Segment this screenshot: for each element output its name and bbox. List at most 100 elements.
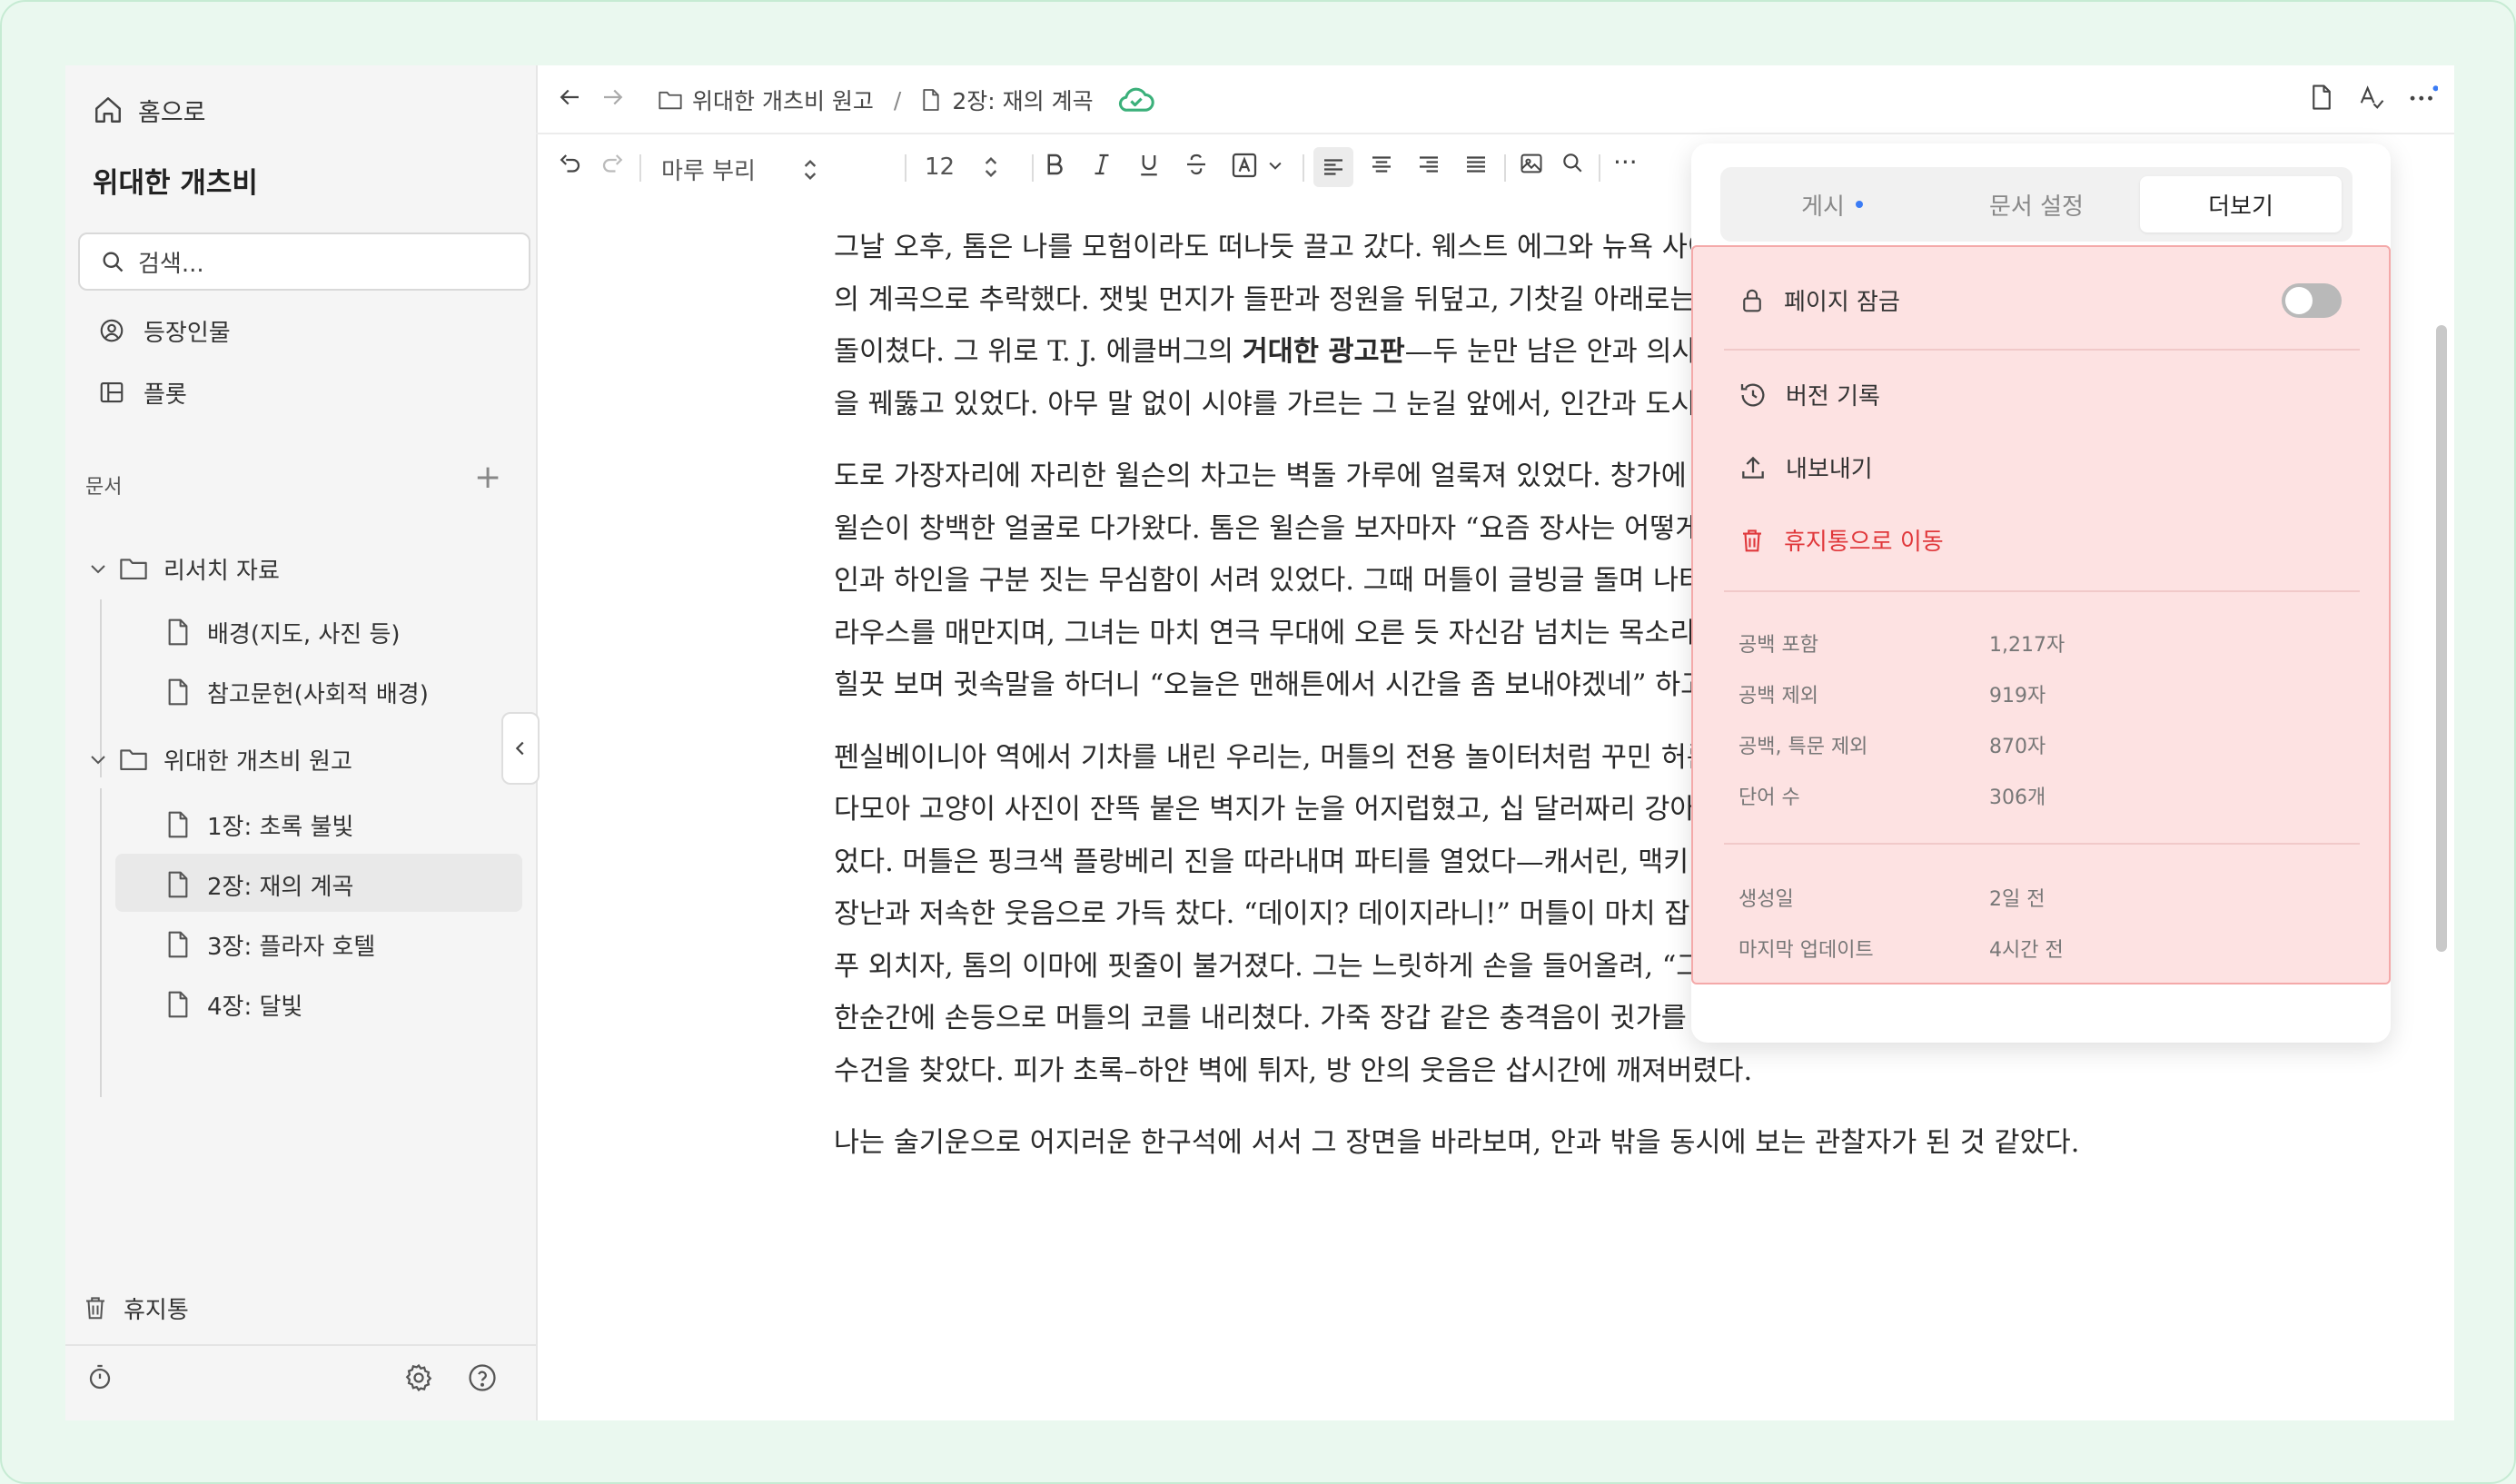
folder-manuscript[interactable]: 위대한 개츠비 원고 bbox=[87, 739, 352, 779]
font-size-select[interactable]: 12 bbox=[925, 153, 1000, 182]
stat-label: 공백 포함 bbox=[1738, 634, 1818, 657]
tab-publish[interactable]: 게시 bbox=[1731, 176, 1933, 232]
help-icon bbox=[469, 1364, 496, 1391]
doc-item[interactable]: 3장: 플라자 호텔 bbox=[165, 925, 375, 965]
bold-button[interactable] bbox=[1041, 151, 1068, 178]
text-color-button[interactable] bbox=[1230, 151, 1284, 180]
export-label: 내보내기 bbox=[1786, 456, 1873, 483]
underline-button[interactable] bbox=[1135, 151, 1163, 178]
bold-icon bbox=[1047, 153, 1063, 175]
collapse-sidebar-button[interactable] bbox=[501, 712, 540, 785]
divider bbox=[1724, 349, 2360, 351]
move-to-trash-item[interactable]: 휴지통으로 이동 bbox=[1738, 523, 1944, 557]
window-frame: 홈으로 위대한 개츠비 검색... 등장인물 플롯 문서 + 리서치 자료 배경… bbox=[0, 0, 2516, 1484]
stat-label: 공백 제외 bbox=[1738, 685, 1818, 707]
more-menu-button[interactable] bbox=[2407, 84, 2438, 111]
align-left-icon bbox=[1324, 159, 1342, 175]
tab-more[interactable]: 더보기 bbox=[2140, 176, 2342, 232]
breadcrumb: 위대한 개츠비 원고 / 2장: 재의 계곡 bbox=[658, 84, 1155, 116]
doc-label: 3장: 플라자 호텔 bbox=[207, 933, 376, 961]
undo-button[interactable] bbox=[556, 151, 583, 178]
add-document-button[interactable]: + bbox=[474, 461, 501, 494]
document-icon bbox=[168, 811, 188, 838]
help-button[interactable] bbox=[467, 1362, 498, 1393]
folder-research[interactable]: 리서치 자료 bbox=[87, 549, 280, 589]
tree-guide bbox=[100, 788, 102, 1097]
export-item[interactable]: 내보내기 bbox=[1738, 450, 1873, 484]
toolbar-divider bbox=[639, 154, 641, 182]
sidebar-item-label: 등장인물 bbox=[144, 319, 231, 347]
font-family-select[interactable]: 마루 부리 bbox=[661, 153, 819, 186]
spellcheck-button[interactable] bbox=[2358, 84, 2385, 111]
breadcrumb-folder[interactable]: 위대한 개츠비 원고 bbox=[658, 84, 874, 116]
strikethrough-button[interactable] bbox=[1183, 151, 1210, 178]
search-input[interactable]: 검색... bbox=[78, 232, 530, 291]
page-lock-label: 페이지 잠금 bbox=[1784, 289, 1900, 316]
toolbar-more-button[interactable]: ··· bbox=[1613, 147, 1638, 177]
sidebar-item-characters[interactable]: 등장인물 bbox=[98, 312, 231, 349]
history-icon bbox=[1740, 383, 1765, 406]
page-icon bbox=[2313, 84, 2331, 110]
doc-item[interactable]: 참고문헌(사회적 배경) bbox=[165, 672, 429, 712]
document-icon bbox=[168, 991, 188, 1018]
tab-document-settings[interactable]: 문서 설정 bbox=[1936, 176, 2137, 232]
folder-icon bbox=[120, 749, 147, 770]
tab-label: 더보기 bbox=[2208, 193, 2273, 221]
lock-icon bbox=[1743, 289, 1761, 312]
search-placeholder: 검색... bbox=[138, 250, 204, 278]
chevron-updown-icon bbox=[804, 159, 817, 180]
move-to-trash-label: 휴지통으로 이동 bbox=[1784, 529, 1944, 556]
cloud-check-icon bbox=[1118, 87, 1154, 112]
back-button[interactable] bbox=[556, 84, 583, 111]
insert-image-button[interactable] bbox=[1519, 151, 1544, 176]
editor-scrollbar[interactable] bbox=[2436, 325, 2447, 952]
home-link[interactable]: 홈으로 bbox=[93, 87, 206, 133]
text-check-icon bbox=[2360, 85, 2384, 109]
folder-icon bbox=[659, 91, 682, 110]
find-button[interactable] bbox=[1560, 151, 1584, 174]
home-label: 홈으로 bbox=[138, 98, 206, 127]
page-lock-toggle[interactable] bbox=[2282, 283, 2342, 318]
stopwatch-icon bbox=[89, 1364, 111, 1390]
doc-item[interactable]: 1장: 초록 불빛 bbox=[165, 805, 353, 845]
align-center-button[interactable] bbox=[1368, 151, 1395, 178]
forward-button[interactable] bbox=[599, 84, 627, 111]
redo-button[interactable] bbox=[599, 151, 627, 178]
toolbar-divider bbox=[1303, 154, 1304, 182]
gear-icon bbox=[405, 1363, 432, 1392]
timer-button[interactable] bbox=[85, 1362, 114, 1391]
font-size-value: 12 bbox=[925, 153, 956, 181]
align-justify-button[interactable] bbox=[1462, 151, 1490, 178]
sidebar: 홈으로 위대한 개츠비 검색... 등장인물 플롯 문서 + 리서치 자료 배경… bbox=[65, 65, 540, 1420]
redo-icon bbox=[602, 154, 623, 173]
underline-icon bbox=[1141, 155, 1157, 176]
stat-label: 공백, 특문 제외 bbox=[1738, 736, 1868, 758]
chevron-left-icon bbox=[515, 741, 524, 756]
doc-item[interactable]: 배경(지도, 사진 등) bbox=[165, 612, 401, 652]
text-color-icon bbox=[1232, 153, 1257, 178]
sidebar-trash[interactable]: 휴지통 bbox=[82, 1288, 189, 1328]
doc-item-selected[interactable]: 2장: 재의 계곡 bbox=[165, 865, 353, 905]
divider bbox=[1724, 843, 2360, 845]
toolbar-divider bbox=[1599, 154, 1600, 182]
doc-item[interactable]: 4장: 달빛 bbox=[165, 984, 302, 1024]
meta-label: 마지막 업데이트 bbox=[1738, 939, 1874, 962]
breadcrumb-doc[interactable]: 2장: 재의 계곡 bbox=[921, 84, 1094, 116]
settings-button[interactable] bbox=[403, 1362, 434, 1393]
meta-label: 생성일 bbox=[1738, 888, 1794, 911]
italic-button[interactable] bbox=[1088, 151, 1115, 178]
breadcrumb-folder-label: 위대한 개츠비 원고 bbox=[692, 88, 874, 114]
align-right-button[interactable] bbox=[1415, 151, 1442, 178]
doc-label: 배경(지도, 사진 등) bbox=[207, 620, 401, 648]
divider bbox=[1724, 590, 2360, 592]
search-icon bbox=[103, 252, 124, 272]
tab-label: 문서 설정 bbox=[1989, 193, 2084, 221]
stat-value: 919자 bbox=[1989, 685, 2046, 707]
stat-label: 단어 수 bbox=[1738, 787, 1800, 809]
align-right-icon bbox=[1420, 156, 1438, 173]
page-button[interactable] bbox=[2309, 84, 2334, 111]
align-left-button[interactable] bbox=[1313, 147, 1353, 187]
sidebar-item-plot[interactable]: 플롯 bbox=[98, 374, 187, 411]
doc-label: 2장: 재의 계곡 bbox=[207, 873, 354, 901]
version-history-item[interactable]: 버전 기록 bbox=[1738, 378, 1880, 411]
